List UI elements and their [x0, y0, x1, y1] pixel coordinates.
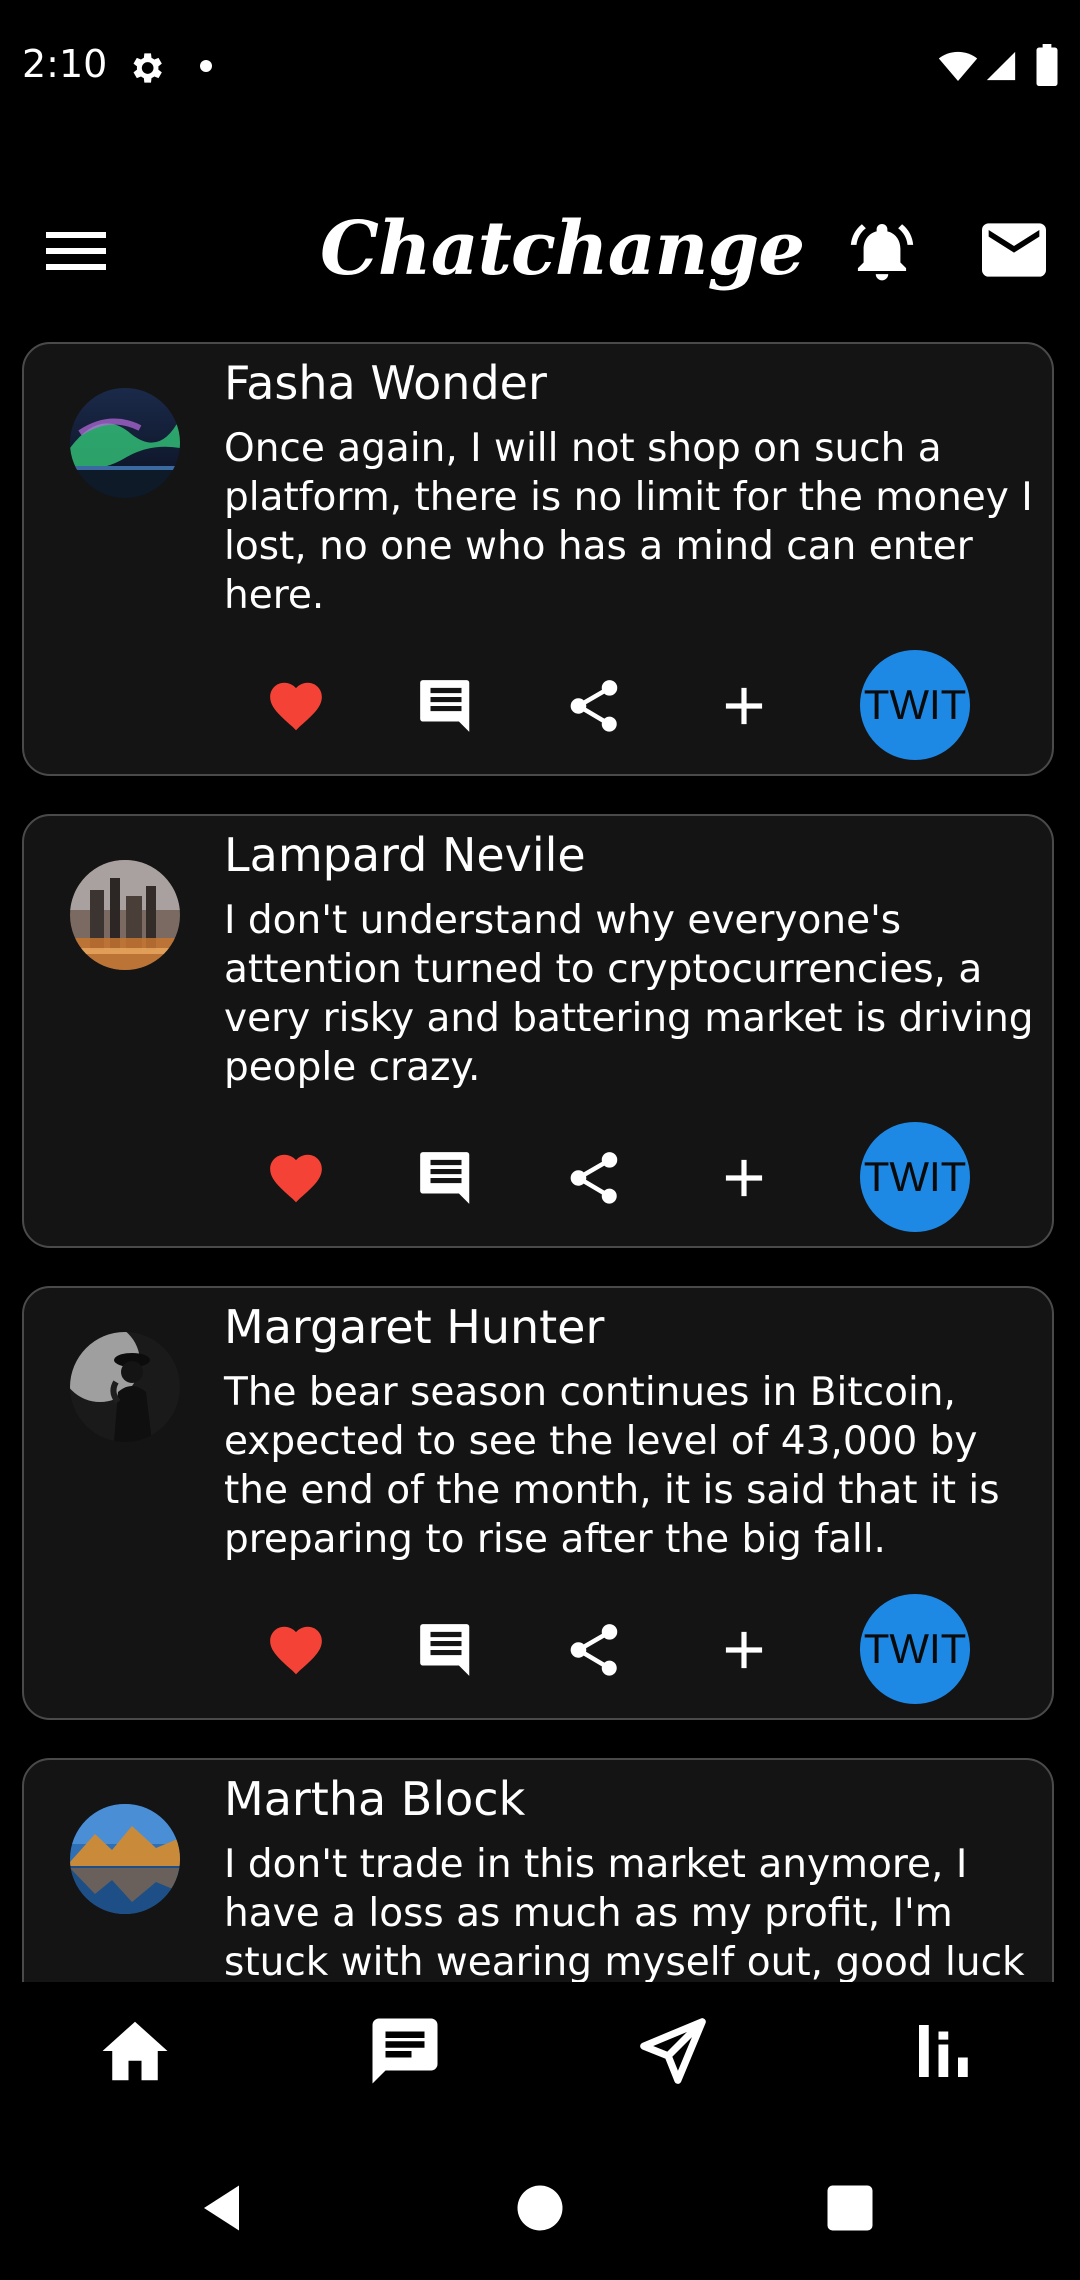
share-button[interactable]: [552, 1136, 636, 1220]
avatar[interactable]: [70, 860, 180, 970]
notification-dot: [200, 60, 212, 72]
post-text: I don't trade in this market anymore, I …: [224, 1842, 1025, 1982]
share-icon: [570, 1152, 618, 1204]
post-actions: TWIT: [24, 1122, 1056, 1246]
add-button[interactable]: [702, 1136, 786, 1220]
plus-icon: [725, 1631, 763, 1669]
chat-icon: [372, 2018, 438, 2084]
twit-button[interactable]: TWIT: [860, 1594, 970, 1704]
status-time: 2:10: [22, 42, 108, 86]
bottom-navigation: [0, 1982, 1080, 2132]
post-text: Once again, I will not shop on such a pl…: [224, 426, 1033, 618]
heart-icon: [270, 1626, 322, 1675]
like-button[interactable]: [254, 664, 338, 748]
nav-send[interactable]: [628, 2006, 718, 2096]
stats-icon: [919, 2025, 968, 2077]
share-icon: [570, 1624, 618, 1676]
signal-icon: [986, 51, 1016, 81]
back-icon[interactable]: [194, 2178, 254, 2238]
comment-button[interactable]: [404, 1608, 488, 1692]
comment-button[interactable]: [404, 664, 488, 748]
like-button[interactable]: [254, 1608, 338, 1692]
comment-icon: [420, 680, 470, 732]
home-circle-icon[interactable]: [510, 2178, 570, 2238]
app-bar: Chatchange: [0, 200, 1080, 310]
post-card: Fasha Wonder Once again, I will not shop…: [22, 342, 1054, 776]
system-navigation: [0, 2132, 1080, 2280]
add-button[interactable]: [702, 1608, 786, 1692]
nav-chat[interactable]: [360, 2006, 450, 2096]
share-icon: [570, 680, 618, 732]
avatar[interactable]: [70, 388, 180, 498]
post-author[interactable]: Margaret Hunter: [224, 1300, 604, 1354]
send-icon: [640, 2018, 706, 2084]
status-bar: 2:10: [0, 0, 1080, 134]
menu-icon[interactable]: [46, 226, 106, 274]
post-author[interactable]: Lampard Nevile: [224, 828, 586, 882]
gear-icon: [133, 53, 162, 83]
share-button[interactable]: [552, 1608, 636, 1692]
mail-icon[interactable]: [982, 222, 1046, 278]
post-feed[interactable]: Fasha Wonder Once again, I will not shop…: [0, 340, 1080, 1982]
post-card: Lampard Nevile I don't understand why ev…: [22, 814, 1054, 1248]
post-actions: TWIT: [24, 1594, 1056, 1718]
comment-icon: [420, 1152, 470, 1204]
post-text: I don't understand why everyone's attent…: [224, 898, 1034, 1090]
like-button[interactable]: [254, 1136, 338, 1220]
avatar[interactable]: [70, 1804, 180, 1914]
post-card: Margaret Hunter The bear season continue…: [22, 1286, 1054, 1720]
post-actions: TWIT: [24, 650, 1056, 774]
twit-button[interactable]: TWIT: [860, 650, 970, 760]
share-button[interactable]: [552, 664, 636, 748]
nav-stats[interactable]: [900, 2006, 990, 2096]
bell-icon[interactable]: [848, 218, 916, 286]
recents-icon[interactable]: [820, 2178, 880, 2238]
avatar[interactable]: [70, 1332, 180, 1442]
home-icon: [102, 2021, 168, 2081]
app-logo: Chatchange: [320, 206, 805, 292]
post-author[interactable]: Fasha Wonder: [224, 356, 547, 410]
twit-button[interactable]: TWIT: [860, 1122, 970, 1232]
heart-icon: [270, 682, 322, 731]
wifi-icon: [938, 51, 978, 81]
post-card: Martha Block I don't trade in this marke…: [22, 1758, 1054, 1982]
comment-button[interactable]: [404, 1136, 488, 1220]
plus-icon: [725, 1159, 763, 1197]
post-text: The bear season continues in Bitcoin, ex…: [224, 1370, 1000, 1562]
comment-icon: [420, 1624, 470, 1676]
plus-icon: [725, 687, 763, 725]
add-button[interactable]: [702, 664, 786, 748]
nav-home[interactable]: [90, 2006, 180, 2096]
heart-icon: [270, 1154, 322, 1203]
post-author[interactable]: Martha Block: [224, 1772, 525, 1826]
battery-icon: [1036, 44, 1058, 86]
